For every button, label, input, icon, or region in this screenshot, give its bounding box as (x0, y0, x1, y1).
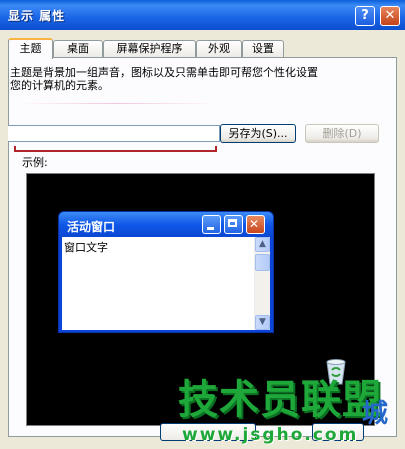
help-button[interactable]: ? (355, 6, 375, 26)
preview-window-title: 活动窗口 (67, 220, 116, 234)
watermark-url: www.jsgho.com (182, 425, 359, 445)
divider (10, 103, 225, 104)
save-as-button[interactable]: 另存为(S)... (220, 124, 296, 143)
theme-select[interactable] (8, 125, 220, 142)
tab-settings[interactable]: 设置 (242, 40, 284, 57)
preview-window-titlebar: 活动窗口 (59, 212, 273, 237)
tab-appearance[interactable]: 外观 (196, 40, 242, 57)
scroll-down-icon: ▼ (255, 315, 270, 330)
description-line-1: 主题是背景加一组声音，图标以及只需单击即可帮您个性化设置 (10, 66, 318, 79)
themes-description: 主题是背景加一组声音，图标以及只需单击即可帮您个性化设置 您的计算机的元素。 (10, 66, 390, 92)
preview-scrollbar: ▲ ▼ (254, 237, 270, 330)
help-icon: ? (361, 8, 369, 23)
watermark-logo: 技术员联盟 (178, 377, 383, 423)
maximize-icon (224, 215, 243, 234)
preview-label: 示例: (22, 156, 48, 169)
delete-button[interactable]: 删除(D) (305, 124, 379, 143)
window-title: 显示 属性 (8, 9, 66, 23)
tab-desktop[interactable]: 桌面 (53, 40, 103, 57)
scroll-thumb (255, 254, 270, 271)
tab-themes[interactable]: 主题 (8, 38, 53, 59)
minimize-icon (202, 215, 221, 234)
preview-close-icon (246, 215, 265, 234)
preview-window-body: 窗口文字 ▲ ▼ (62, 237, 270, 330)
highlight-underline (14, 146, 217, 152)
watermark-side-text: 城 (362, 399, 389, 429)
description-line-2: 您的计算机的元素。 (10, 79, 109, 92)
close-icon: ✕ (384, 8, 396, 23)
close-button[interactable]: ✕ (380, 6, 400, 26)
scroll-up-icon: ▲ (255, 237, 270, 252)
preview-active-window: 活动窗口 窗口文字 ▲ ▼ (58, 211, 274, 333)
preview-window-text: 窗口文字 (64, 241, 108, 254)
tab-screensaver[interactable]: 屏幕保护程序 (103, 40, 196, 57)
title-bar: 显示 属性 ? ✕ (0, 0, 405, 30)
